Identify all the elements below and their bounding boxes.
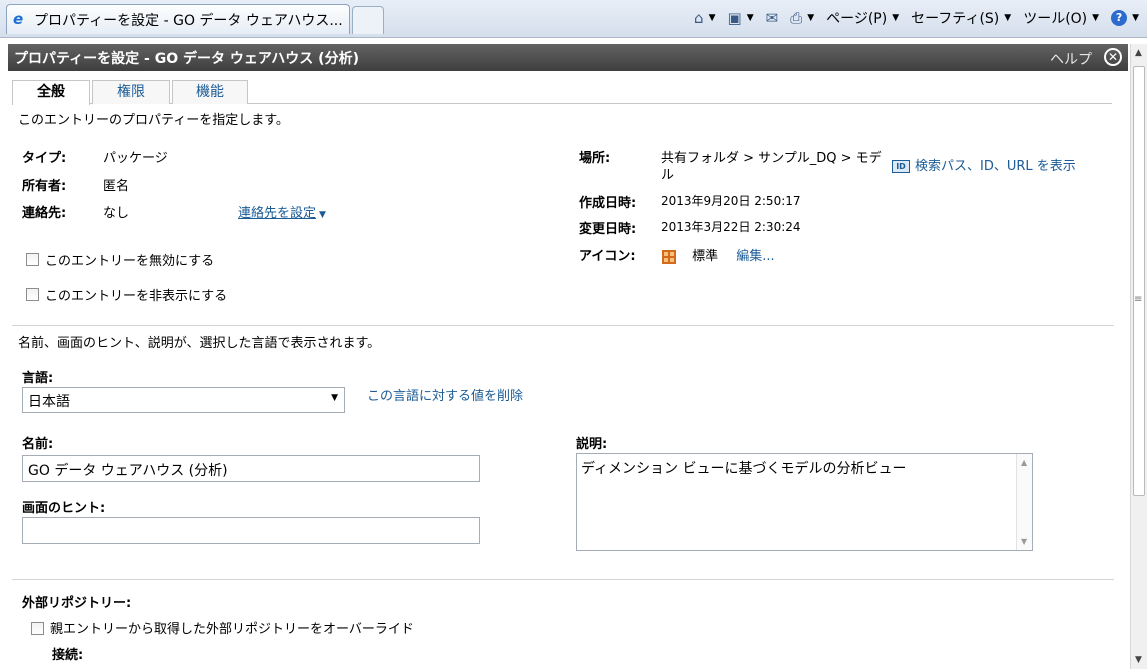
screentip-input[interactable] [22, 517, 480, 544]
new-tab-button[interactable] [352, 6, 384, 34]
show-path-link[interactable]: ID 検索パス、ID、URL を表示 [892, 155, 1076, 174]
mail-icon: ✉ [765, 9, 779, 27]
entry-icon-row: 標準 編集... [662, 245, 775, 264]
tools-menu[interactable]: ツール(O) ▼ [1023, 8, 1099, 28]
created-value: 2013年9月20日 2:50:17 [661, 194, 801, 208]
chevron-down-icon: ▼ [892, 13, 900, 23]
safety-menu[interactable]: セーフティ(S) ▼ [911, 8, 1011, 28]
home-button[interactable]: ⌂ ▼ [694, 9, 715, 27]
tab-permissions[interactable]: 権限 [92, 80, 170, 104]
override-repo-label: 親エントリーから取得した外部リポジトリーをオーバーライド [50, 622, 414, 637]
created-label: 作成日時: [579, 196, 637, 211]
help-icon: ? [1111, 10, 1128, 26]
tab-general[interactable]: 全般 [12, 80, 90, 105]
disable-entry-label: このエントリーを無効にする [45, 254, 215, 269]
chevron-down-icon: ▼ [331, 393, 338, 403]
name-label: 名前: [22, 437, 54, 452]
hide-entry-label: このエントリーを非表示にする [45, 289, 228, 304]
description-scrollbar[interactable]: ▲ ▼ [1016, 454, 1032, 550]
command-bar: ⌂ ▼ ▣ ▼ ✉ ⎙ ▼ ページ(P) ▼ セーフティ(S) ▼ ツール(O) ▼ ? ▼ [682, 6, 1139, 30]
description-label: 説明: [576, 437, 608, 452]
remove-language-link[interactable]: この言語に対する値を削除 [367, 385, 523, 404]
connection-label: 接続: [52, 648, 84, 663]
browser-tab-title: プロパティーを設定 - GO データ ウェアハウス... [34, 12, 343, 29]
screentip-label: 画面のヒント: [22, 501, 106, 516]
scroll-up-icon[interactable]: ▲ [1135, 48, 1142, 58]
help-link[interactable]: ヘルプ [1050, 49, 1092, 69]
language-select[interactable]: 日本語 ▼ [22, 387, 345, 413]
close-icon[interactable]: ✕ [1104, 48, 1122, 66]
tab-capabilities[interactable]: 機能 [172, 80, 248, 104]
package-icon [662, 249, 676, 264]
hide-entry-checkbox[interactable] [26, 288, 39, 301]
scroll-down-icon[interactable]: ▼ [1021, 537, 1027, 546]
section-divider [12, 579, 1114, 580]
owner-value: 匿名 [103, 179, 130, 194]
help-menu[interactable]: ? ▼ [1111, 10, 1139, 26]
type-value: パッケージ [103, 151, 168, 166]
scroll-up-icon[interactable]: ▲ [1021, 458, 1027, 467]
location-value-line2: ル [661, 168, 675, 183]
icon-label: アイコン: [579, 249, 636, 264]
chevron-down-icon: ▼ [807, 13, 815, 23]
description-textarea[interactable]: ディメンション ビューに基づくモデルの分析ビュー ▲ ▼ [576, 453, 1033, 551]
browser-tab[interactable]: e プロパティーを設定 - GO データ ウェアハウス... [6, 4, 350, 34]
dialog-titlebar: プロパティーを設定 - GO データ ウェアハウス (分析) ヘルプ ✕ [8, 44, 1128, 71]
chevron-down-icon: ▼ [1004, 13, 1012, 23]
feeds-button[interactable]: ▣ ▼ [728, 9, 754, 27]
home-icon: ⌂ [694, 9, 704, 27]
owner-label: 所有者: [22, 179, 67, 194]
chevron-down-icon: ▼ [1132, 13, 1139, 23]
override-repo-checkbox[interactable] [31, 622, 44, 635]
type-label: タイプ: [22, 151, 67, 166]
contact-value: なし [103, 206, 130, 221]
rss-icon: ▣ [727, 9, 742, 27]
mail-button[interactable]: ✉ [766, 9, 779, 27]
dialog-title: プロパティーを設定 - GO データ ウェアハウス (分析) [14, 50, 359, 67]
grip-icon: ≡ [1134, 294, 1143, 305]
print-button[interactable]: ⎙ ▼ [790, 9, 814, 27]
contact-label: 連絡先: [22, 206, 67, 221]
name-input[interactable]: GO データ ウェアハウス (分析) [22, 455, 480, 482]
chevron-down-icon: ▼ [746, 13, 754, 23]
browser-toolbar: e プロパティーを設定 - GO データ ウェアハウス... ⌂ ▼ ▣ ▼ ✉ ⎙… [0, 0, 1147, 38]
scrollbar-thumb[interactable] [1133, 66, 1145, 496]
modified-value: 2013年3月22日 2:30:24 [661, 220, 801, 234]
print-icon: ⎙ [790, 9, 803, 27]
page-scrollbar[interactable]: ▲ ≡ ▼ [1130, 44, 1147, 669]
icon-value: 標準 [692, 249, 719, 264]
chevron-down-icon: ▼ [319, 210, 326, 220]
search-path-icon: ID [892, 160, 910, 173]
dialog-tabs: 全般 権限 機能 [12, 80, 1112, 105]
icon-edit-link[interactable]: 編集... [736, 249, 774, 264]
location-value-line1: 共有フォルダ > サンプル_DQ > モデ [661, 151, 882, 166]
ie-icon: e [13, 10, 24, 28]
language-label: 言語: [22, 371, 54, 386]
chevron-down-icon: ▼ [708, 13, 716, 23]
location-label: 場所: [579, 151, 611, 166]
section-divider [12, 325, 1114, 326]
set-contact-link[interactable]: 連絡先を設定 ▼ [238, 202, 326, 221]
intro-text: このエントリーのプロパティーを指定します。 [18, 113, 289, 128]
chevron-down-icon: ▼ [1092, 13, 1100, 23]
scroll-down-icon[interactable]: ▼ [1135, 655, 1142, 665]
page-menu[interactable]: ページ(P) ▼ [826, 8, 899, 28]
modified-label: 変更日時: [579, 222, 637, 237]
external-repo-label: 外部リポジトリー: [22, 596, 132, 611]
language-note: 名前、画面のヒント、説明が、選択した言語で表示されます。 [18, 336, 381, 351]
disable-entry-checkbox[interactable] [26, 253, 39, 266]
